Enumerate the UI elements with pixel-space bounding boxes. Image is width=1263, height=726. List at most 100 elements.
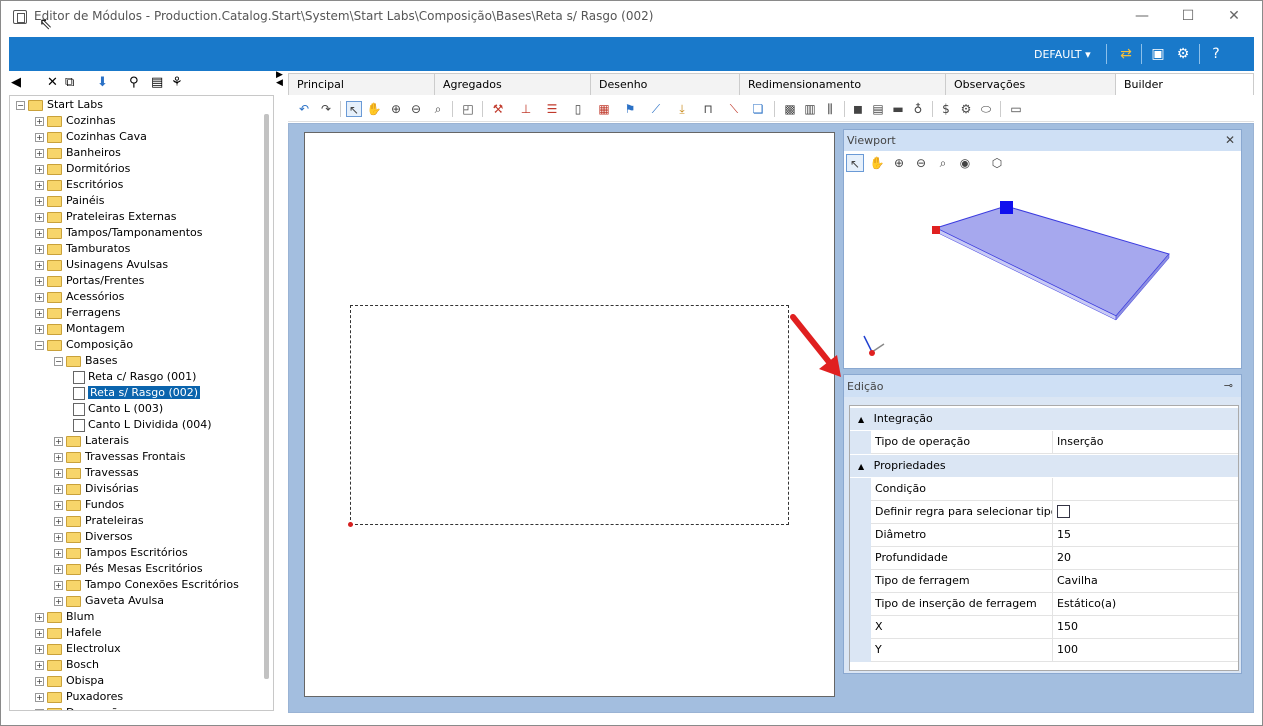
expand-icon[interactable]: + [54,532,63,542]
drawer-icon[interactable]: ▬ [890,101,906,117]
insert-tool-icon[interactable]: ⤓ [674,101,690,117]
tree-folder-item[interactable]: − Start Labs [16,97,103,113]
maximize-button[interactable]: ☐ [1165,5,1211,29]
category-integracao[interactable]: ▲ Integração [850,408,1238,430]
tag-icon[interactable]: ⬭ [978,101,994,117]
zoom-extents-icon[interactable]: ⊕ [388,101,404,117]
base-outline-rect[interactable] [350,305,789,525]
horizontal-split-icon[interactable]: ☰ [544,101,560,117]
corner-handle[interactable] [932,226,940,234]
columns-icon[interactable]: ⫼ [822,101,838,117]
settings-gear-icon[interactable]: ⚙ [1174,45,1192,63]
tab-desenho[interactable]: Desenho [590,73,740,95]
zoom-extents-icon[interactable]: ⊕ [890,154,908,172]
vertical-panel-icon[interactable]: ▯ [570,101,586,117]
layers-icon[interactable]: ❏ [750,101,766,117]
search-binoculars-icon[interactable]: ⚲ [129,74,139,92]
property-value[interactable]: 20 [1057,547,1071,570]
property-value[interactable]: Inserção [1057,431,1104,454]
pan-hand-icon[interactable]: ✋ [868,154,886,172]
property-value[interactable]: 150 [1057,616,1078,639]
expand-icon[interactable]: + [35,324,44,334]
tree-folder-item[interactable]: + Prateleiras [54,513,144,529]
tree-folder-item[interactable]: + Escritórios [35,177,123,193]
expand-icon[interactable]: + [35,692,44,702]
tree-folder-item[interactable]: − Composição [35,337,133,353]
tree-folder-item[interactable]: + Portas/Frentes [35,273,144,289]
tree-folder-item[interactable]: + Tampos/Tamponamentos [35,225,203,241]
tree-folder-item[interactable]: + Hafele [35,625,101,641]
expand-icon[interactable]: + [54,452,63,462]
expand-icon[interactable]: + [54,516,63,526]
category-propriedades[interactable]: ▲ Propriedades [850,455,1238,477]
expand-icon[interactable]: + [35,628,44,638]
expand-icon[interactable]: + [35,276,44,286]
expand-icon[interactable]: + [35,180,44,190]
expand-icon[interactable]: + [35,308,44,318]
price-icon[interactable]: $ [938,101,954,117]
collapse-icon[interactable]: − [35,340,44,350]
expand-icon[interactable]: + [54,564,63,574]
tab-principal[interactable]: Principal [288,73,435,95]
viewport-close-button[interactable]: ✕ [1225,133,1235,147]
property-value[interactable]: 100 [1057,639,1078,662]
tree-folder-item[interactable]: + Electrolux [35,641,121,657]
view-cube-icon[interactable]: ⬡ [988,154,1006,172]
origin-point[interactable] [348,522,353,527]
tree-folder-item[interactable]: + Diversos [54,529,133,545]
expand-icon[interactable]: + [54,580,63,590]
property-row-diametro[interactable]: Diâmetro 15 [850,524,1238,547]
tree-module-item[interactable]: Canto L (003) [73,401,163,417]
tree-folder-item[interactable]: + Ferragens [35,305,121,321]
window-layout-icon[interactable]: ▭ [1008,101,1024,117]
cabinet-icon[interactable]: ▤ [870,101,886,117]
expand-icon[interactable]: + [35,292,44,302]
tree-folder-item[interactable]: + Travessas [54,465,139,481]
tree-folder-item[interactable]: + Divisórias [54,481,139,497]
expand-icon[interactable]: + [35,708,44,710]
property-row-tipo-operacao[interactable]: Tipo de operação Inserção [850,431,1238,454]
tree-folder-item[interactable]: + Gaveta Avulsa [54,593,164,609]
property-row-tipo-ferragem[interactable]: Tipo de ferragem Cavilha [850,570,1238,593]
expand-icon[interactable]: + [35,644,44,654]
expand-icon[interactable]: + [54,468,63,478]
tree-folder-item[interactable]: + Prateleiras Externas [35,209,176,225]
expand-icon[interactable]: + [54,436,63,446]
expand-icon[interactable]: + [35,148,44,158]
tree-folder-item[interactable]: + Cozinhas [35,113,116,129]
tree-folder-item[interactable]: + Obispa [35,673,104,689]
bag-icon[interactable]: ♁ [910,101,926,117]
tab-builder[interactable]: Builder [1115,73,1254,95]
close-button[interactable]: ✕ [1211,5,1257,29]
collapse-icon[interactable]: − [54,356,63,366]
diagonal-tool-icon[interactable]: ⟍ [726,101,742,117]
folder-icon[interactable]: ▤ [151,74,163,92]
top-handle[interactable] [1000,201,1013,214]
grid-icon[interactable]: ▥ [802,101,818,117]
property-row-x[interactable]: X 150 [850,616,1238,639]
expand-icon[interactable]: + [35,244,44,254]
expand-icon[interactable]: + [54,548,63,558]
drill-icon[interactable]: ⚒ [490,101,506,117]
expand-icon[interactable]: + [35,660,44,670]
tree-folder-item[interactable]: + Banheiros [35,145,121,161]
tree-folder-item[interactable]: + Montagem [35,321,125,337]
zoom-in-icon[interactable]: ⊖ [912,154,930,172]
tree-folder-item[interactable]: + Travessas Frontais [54,449,185,465]
tree-scrollbar[interactable] [264,114,269,679]
property-value[interactable]: Cavilha [1057,570,1098,593]
arrow-down-icon[interactable]: ⬇ [97,74,108,92]
base-panel-3d[interactable] [934,205,1170,317]
tree-folder-item[interactable]: + Painéis [35,193,104,209]
pan-hand-icon[interactable]: ✋ [366,101,382,117]
expand-icon[interactable]: + [35,212,44,222]
tree-folder-item[interactable]: + Tampo Conexões Escritórios [54,577,239,593]
tree-module-item[interactable]: Reta c/ Rasgo (001) [73,369,196,385]
orbit-icon[interactable]: ◉ [956,154,974,172]
refresh-icon[interactable]: ⇄ [1117,45,1135,63]
tree-folder-item[interactable]: + Blum [35,609,94,625]
tree-folder-item[interactable]: + Cozinhas Cava [35,129,147,145]
expand-icon[interactable]: + [35,196,44,206]
property-value[interactable] [1057,501,1070,524]
property-value[interactable]: Estático(a) [1057,593,1116,616]
